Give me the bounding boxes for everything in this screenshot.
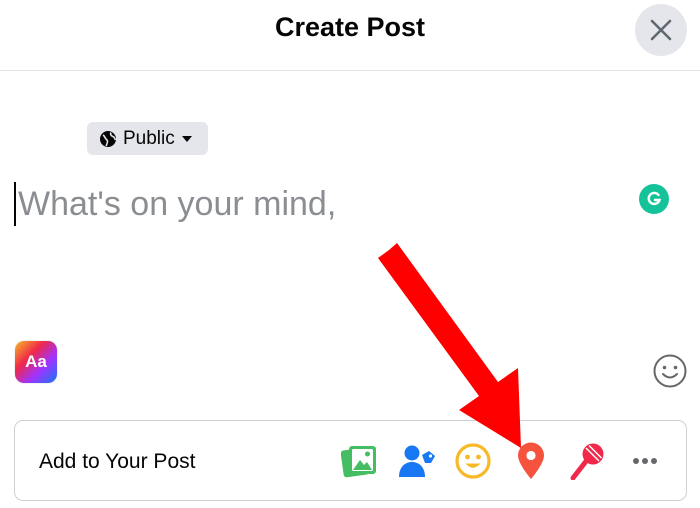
feeling-activity-icon [455,443,491,479]
dialog-title: Create Post [274,12,426,42]
dialog-header: Create Post [0,0,700,71]
close-icon [650,19,672,41]
post-placeholder: What's on your mind, [18,184,337,223]
text-cursor [14,182,16,226]
photo-video-button[interactable] [339,441,379,481]
post-text-input[interactable]: What's on your mind, [14,178,634,230]
caret-down-icon [181,135,192,142]
check-in-button[interactable] [511,441,551,481]
feeling-activity-button[interactable] [453,441,493,481]
live-microphone-icon [570,443,604,480]
grammarly-g-glyph [647,191,662,206]
more-icon [633,458,657,464]
live-video-button[interactable] [567,441,607,481]
text-background-button[interactable]: Aa [15,341,57,383]
add-to-post-panel: Add to Your Post [14,420,687,501]
tag-people-icon [399,445,435,477]
globe-icon [100,130,117,147]
tag-people-button[interactable] [397,441,437,481]
more-options-button[interactable] [625,441,665,481]
privacy-label: Public [123,127,175,149]
grammarly-icon[interactable] [639,184,669,214]
emoji-button[interactable] [652,353,688,389]
add-to-post-label: Add to Your Post [39,450,196,473]
privacy-selector[interactable]: Public [87,122,208,155]
check-in-location-icon [518,442,544,479]
text-style-label: Aa [25,352,47,371]
photo-video-icon [341,446,376,478]
close-button[interactable] [635,4,687,56]
smiley-icon [653,354,687,388]
